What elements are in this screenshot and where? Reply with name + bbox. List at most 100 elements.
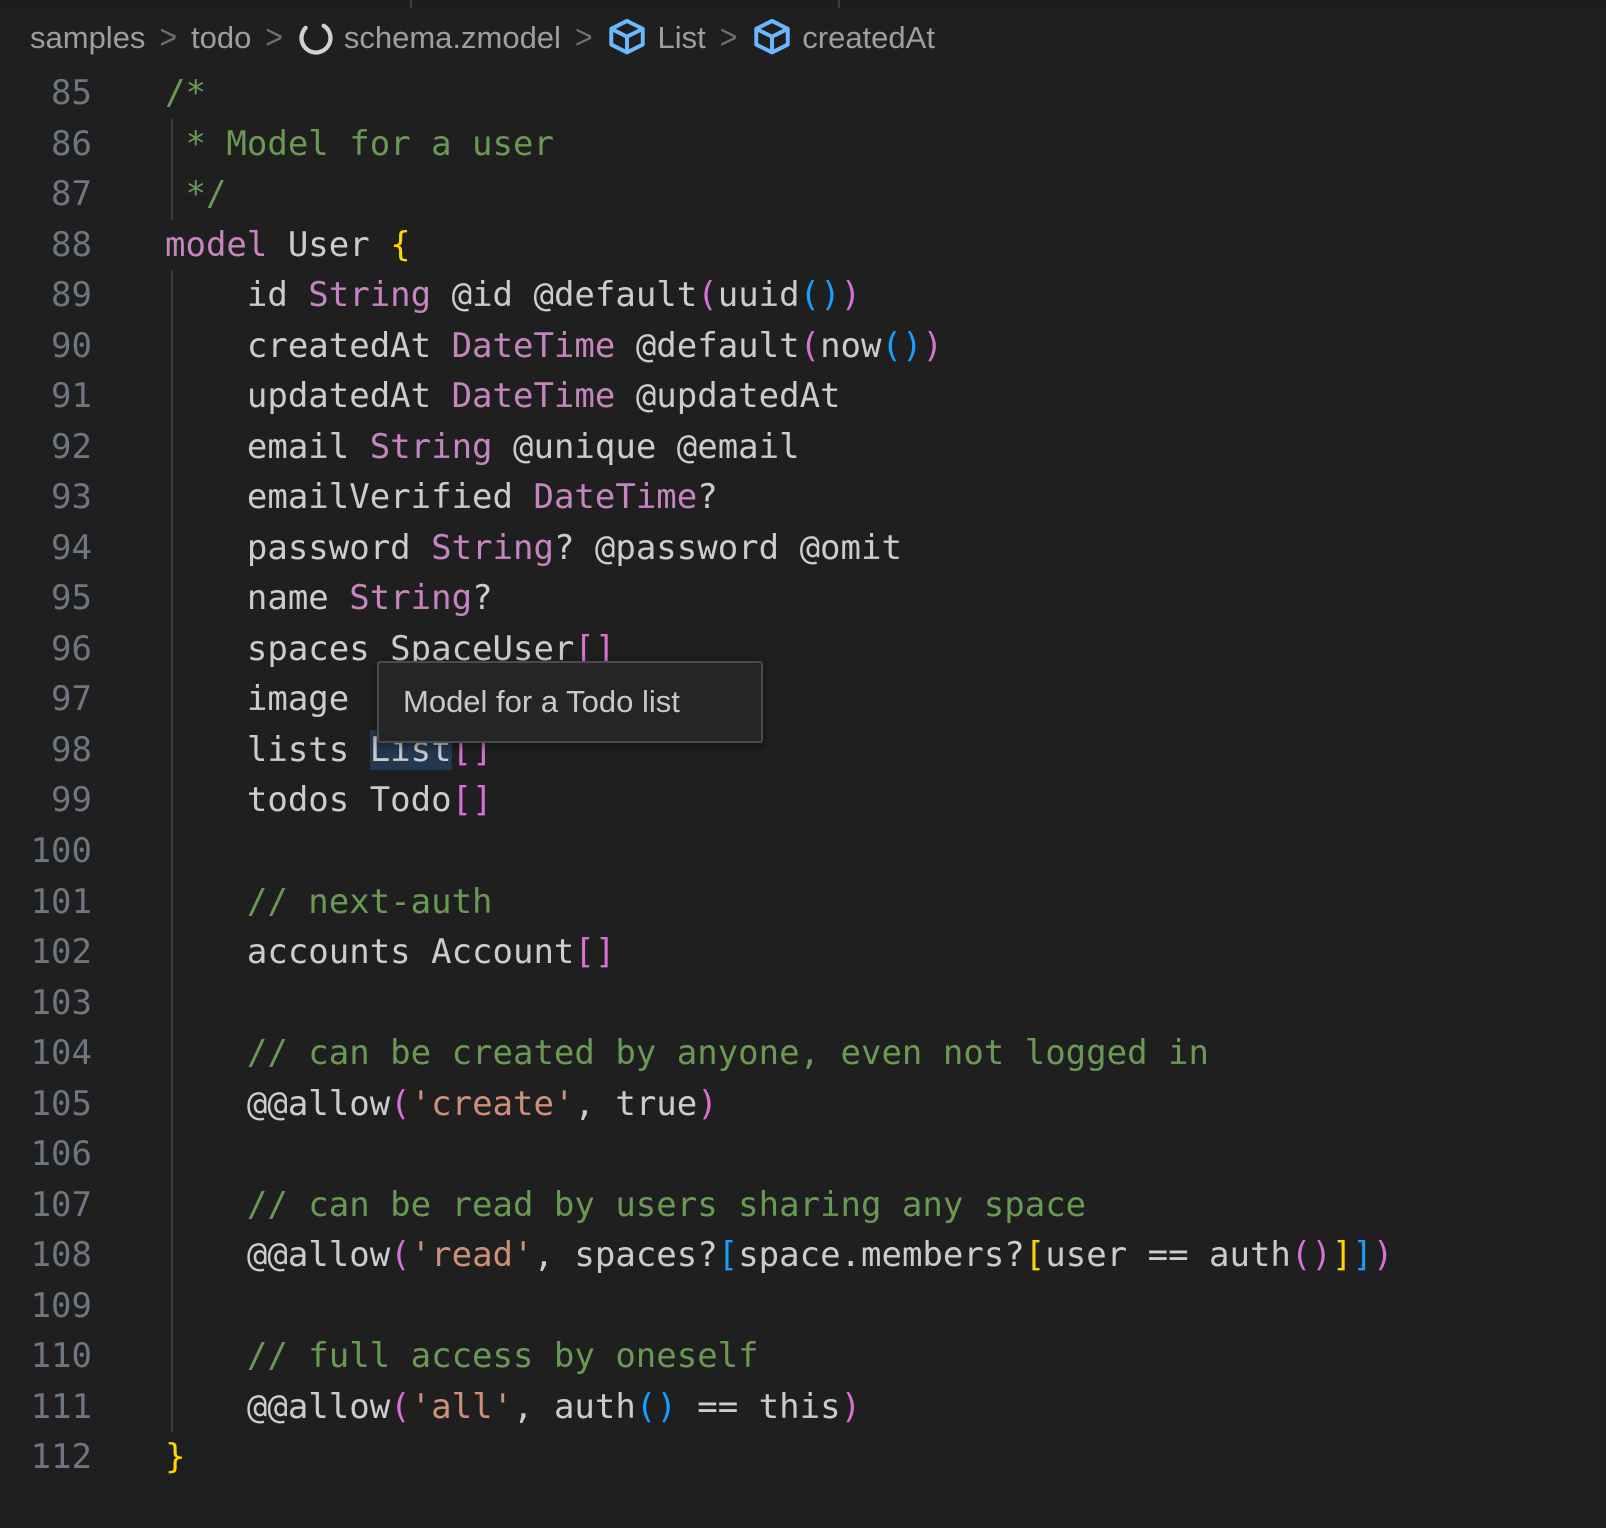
line-number[interactable]: 99 xyxy=(0,775,92,826)
line-number[interactable]: 108 xyxy=(0,1230,92,1281)
code-line-106[interactable]: 106 xyxy=(0,1129,1606,1180)
line-number[interactable]: 94 xyxy=(0,523,92,574)
code-text[interactable]: id String @id @default(uuid()) xyxy=(165,270,861,321)
code-line-99[interactable]: 99 todos Todo[] xyxy=(0,775,1606,826)
code-line-103[interactable]: 103 xyxy=(0,978,1606,1029)
token: @updatedAt xyxy=(615,376,840,416)
line-number[interactable]: 110 xyxy=(0,1331,92,1382)
code-text[interactable]: createdAt DateTime @default(now()) xyxy=(165,321,943,372)
token: @default xyxy=(615,326,799,366)
line-number[interactable]: 112 xyxy=(0,1432,92,1483)
code-text[interactable]: emailVerified DateTime? xyxy=(165,472,718,523)
code-line-108[interactable]: 108 @@allow('read', spaces?[space.member… xyxy=(0,1230,1606,1281)
token: DateTime xyxy=(533,477,697,517)
tooltip-text: Model for a Todo list xyxy=(403,684,680,720)
line-number[interactable]: 97 xyxy=(0,674,92,725)
line-number[interactable]: 107 xyxy=(0,1180,92,1231)
code-line-90[interactable]: 90 createdAt DateTime @default(now()) xyxy=(0,321,1606,372)
code-line-109[interactable]: 109 xyxy=(0,1281,1606,1332)
line-number[interactable]: 109 xyxy=(0,1281,92,1332)
code-line-100[interactable]: 100 xyxy=(0,826,1606,877)
code-text[interactable]: */ xyxy=(165,169,226,220)
symbol-cube-icon xyxy=(606,17,648,59)
line-number[interactable]: 105 xyxy=(0,1079,92,1130)
code-line-101[interactable]: 101 // next-auth xyxy=(0,877,1606,928)
code-line-88[interactable]: 88 model User { xyxy=(0,220,1606,271)
breadcrumb-item-samples[interactable]: samples xyxy=(30,20,145,56)
line-number[interactable]: 103 xyxy=(0,978,92,1029)
token: emailVerified xyxy=(165,477,533,517)
code-text[interactable]: @@allow('read', spaces?[space.members?[u… xyxy=(165,1230,1393,1281)
code-text[interactable]: email String @unique @email xyxy=(165,422,800,473)
code-line-85[interactable]: 85 /* xyxy=(0,68,1606,119)
code-line-93[interactable]: 93 emailVerified DateTime? xyxy=(0,472,1606,523)
breadcrumb-label: List xyxy=(657,20,705,56)
code-line-91[interactable]: 91 updatedAt DateTime @updatedAt xyxy=(0,371,1606,422)
code-line-92[interactable]: 92 email String @unique @email xyxy=(0,422,1606,473)
line-number[interactable]: 100 xyxy=(0,826,92,877)
code-text[interactable]: model User { xyxy=(165,220,411,271)
code-text[interactable]: password String? @password @omit xyxy=(165,523,902,574)
breadcrumb-label: schema.zmodel xyxy=(344,20,561,56)
code-line-87[interactable]: 87 */ xyxy=(0,169,1606,220)
line-number[interactable]: 86 xyxy=(0,119,92,170)
line-number[interactable]: 96 xyxy=(0,624,92,675)
code-line-112[interactable]: 112} xyxy=(0,1432,1606,1483)
code-text[interactable]: * Model for a user xyxy=(165,119,554,170)
token: createdAt xyxy=(165,326,452,366)
code-text[interactable]: // can be read by users sharing any spac… xyxy=(165,1180,1086,1231)
line-number[interactable]: 91 xyxy=(0,371,92,422)
line-number[interactable]: 98 xyxy=(0,725,92,776)
code-text[interactable]: accounts Account[] xyxy=(165,927,615,978)
line-number[interactable]: 111 xyxy=(0,1382,92,1433)
code-line-111[interactable]: 111 @@allow('all', auth() == this) xyxy=(0,1382,1606,1433)
code-line-86[interactable]: 86 * Model for a user xyxy=(0,119,1606,170)
code-line-107[interactable]: 107 // can be read by users sharing any … xyxy=(0,1180,1606,1231)
line-number[interactable]: 87 xyxy=(0,169,92,220)
code-text[interactable]: todos Todo[] xyxy=(165,775,493,826)
breadcrumb-item-list[interactable]: List xyxy=(606,17,705,59)
code-line-96[interactable]: 96 spaces SpaceUser[] xyxy=(0,624,1606,675)
tab-separator xyxy=(410,0,412,8)
line-number[interactable]: 106 xyxy=(0,1129,92,1180)
code-line-102[interactable]: 102 accounts Account[] xyxy=(0,927,1606,978)
code-line-95[interactable]: 95 name String? xyxy=(0,573,1606,624)
code-text[interactable]: name String? xyxy=(165,573,493,624)
code-text[interactable]: } xyxy=(165,1432,185,1483)
code-text[interactable]: // full access by oneself xyxy=(165,1331,759,1382)
line-number[interactable]: 93 xyxy=(0,472,92,523)
line-number[interactable]: 85 xyxy=(0,68,92,119)
code-line-105[interactable]: 105 @@allow('create', true) xyxy=(0,1079,1606,1130)
code-text[interactable]: @@allow('all', auth() == this) xyxy=(165,1382,861,1433)
code-text[interactable]: updatedAt DateTime @updatedAt xyxy=(165,371,841,422)
code-editor[interactable]: 85/*86 * Model for a user87 */88model Us… xyxy=(0,68,1606,1528)
code-text[interactable]: @@allow('create', true) xyxy=(165,1079,718,1130)
code-text[interactable]: image xyxy=(165,674,349,725)
line-number[interactable]: 95 xyxy=(0,573,92,624)
code-line-89[interactable]: 89 id String @id @default(uuid()) xyxy=(0,270,1606,321)
token: model xyxy=(165,225,267,265)
token: [] xyxy=(574,932,615,972)
code-line-110[interactable]: 110 // full access by oneself xyxy=(0,1331,1606,1382)
code-text[interactable]: /* xyxy=(165,68,206,119)
token: DateTime xyxy=(452,376,616,416)
code-line-98[interactable]: 98 lists List[] xyxy=(0,725,1606,776)
code-line-97[interactable]: 97 image xyxy=(0,674,1606,725)
line-number[interactable]: 90 xyxy=(0,321,92,372)
code-line-104[interactable]: 104 // can be created by anyone, even no… xyxy=(0,1028,1606,1079)
token: == this xyxy=(677,1387,841,1427)
breadcrumb-item-createdat[interactable]: createdAt xyxy=(751,17,935,59)
code-line-94[interactable]: 94 password String? @password @omit xyxy=(0,523,1606,574)
token: [] xyxy=(452,780,493,820)
breadcrumb-item-todo[interactable]: todo xyxy=(191,20,251,56)
line-number[interactable]: 104 xyxy=(0,1028,92,1079)
line-number[interactable]: 102 xyxy=(0,927,92,978)
line-number[interactable]: 101 xyxy=(0,877,92,928)
line-number[interactable]: 89 xyxy=(0,270,92,321)
breadcrumb-separator: > xyxy=(159,18,177,57)
line-number[interactable]: 88 xyxy=(0,220,92,271)
breadcrumb-item-schema-zmodel[interactable]: schema.zmodel xyxy=(297,19,561,57)
code-text[interactable]: // can be created by anyone, even not lo… xyxy=(165,1028,1209,1079)
code-text[interactable]: // next-auth xyxy=(165,877,493,928)
line-number[interactable]: 92 xyxy=(0,422,92,473)
